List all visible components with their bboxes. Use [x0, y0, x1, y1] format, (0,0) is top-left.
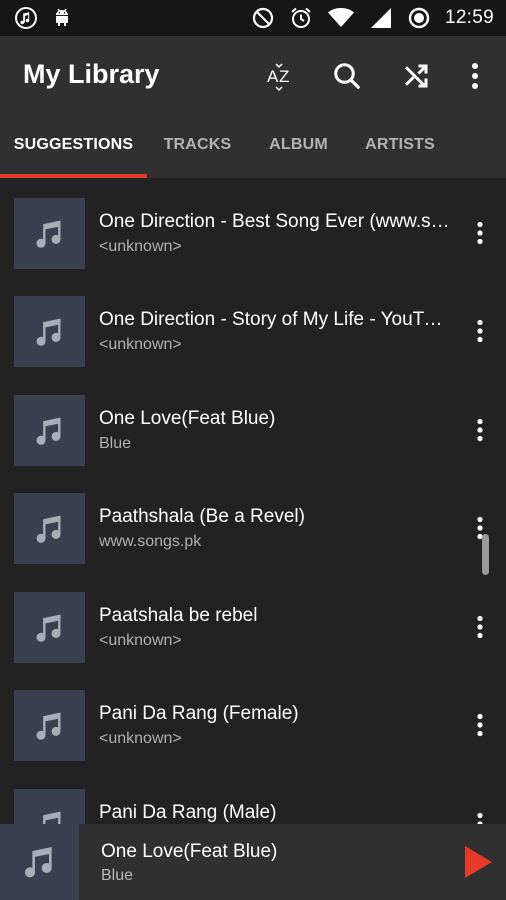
more-vert-icon	[472, 63, 478, 89]
track-artist: <unknown>	[99, 238, 182, 255]
track-title: Pani Da Rang (Female)	[99, 703, 299, 724]
overflow-menu-button[interactable]	[455, 56, 495, 96]
more-vert-icon	[477, 319, 483, 343]
more-vert-icon	[477, 713, 483, 737]
tab-bar: SUGGESTIONS TRACKS ALBUM ARTISTS	[0, 132, 506, 178]
list-item[interactable]: Pani Da Rang (Male)	[0, 769, 506, 824]
track-menu-button[interactable]	[468, 415, 492, 445]
list-item[interactable]: Paatshala be rebel <unknown>	[0, 572, 506, 670]
page-title: My Library	[23, 59, 160, 89]
tab-tracks[interactable]: TRACKS	[147, 132, 248, 178]
track-menu-button[interactable]	[468, 612, 492, 642]
tab-suggestions[interactable]: SUGGESTIONS	[0, 132, 147, 178]
wifi-icon	[327, 8, 354, 27]
track-title: One Direction - Best Song Ever (www.song…	[99, 211, 451, 232]
search-icon	[334, 63, 360, 89]
status-time: 12:59	[444, 7, 494, 28]
track-artist: <unknown>	[99, 336, 182, 353]
music-note-icon	[36, 515, 60, 543]
sort-button[interactable]: A Z	[261, 56, 301, 96]
more-vert-icon	[477, 812, 483, 824]
music-note-icon	[15, 7, 37, 29]
track-menu-button[interactable]	[468, 809, 492, 824]
album-art-placeholder	[14, 592, 85, 663]
track-menu-button[interactable]	[468, 316, 492, 346]
music-note-icon	[36, 220, 60, 248]
track-title: One Direction - Story of My Life - YouTu…	[99, 309, 451, 330]
more-vert-icon	[477, 418, 483, 442]
album-art-placeholder	[14, 198, 85, 269]
signal-icon	[370, 8, 391, 28]
app-screen: 12:59 My Library A Z SUGGESTIONS TRACKS …	[0, 0, 506, 900]
track-list: One Direction - Best Song Ever (www.song…	[0, 178, 506, 824]
list-item[interactable]: One Direction - Story of My Life - YouTu…	[0, 276, 506, 374]
music-note-icon	[36, 712, 60, 740]
track-menu-button[interactable]	[468, 710, 492, 740]
track-title: Paathshala (Be a Revel)	[99, 506, 305, 527]
android-icon	[56, 8, 68, 26]
more-vert-icon	[477, 615, 483, 639]
now-playing-album-art	[0, 824, 79, 900]
list-item[interactable]: One Direction - Best Song Ever (www.song…	[0, 178, 506, 276]
list-item[interactable]: Paathshala (Be a Revel) www.songs.pk	[0, 473, 506, 571]
track-artist: www.songs.pk	[99, 533, 202, 550]
album-art-placeholder	[14, 690, 85, 761]
app-bar: My Library A Z SUGGESTIONS TRACKS ALBUM …	[0, 36, 506, 178]
play-icon	[465, 846, 492, 878]
shuffle-button[interactable]	[396, 56, 436, 96]
music-note-icon	[42, 811, 60, 824]
list-item[interactable]: Pani Da Rang (Female) <unknown>	[0, 670, 506, 768]
track-artist: Blue	[99, 435, 132, 452]
track-title: Pani Da Rang (Male)	[99, 802, 277, 823]
now-playing-artist: Blue	[101, 867, 134, 884]
list-item[interactable]: One Love(Feat Blue) Blue	[0, 375, 506, 473]
album-art-placeholder	[14, 395, 85, 466]
search-button[interactable]	[327, 56, 367, 96]
sort-az-icon: A Z	[267, 63, 289, 92]
album-art-placeholder	[14, 493, 85, 564]
more-vert-icon	[477, 221, 483, 245]
track-artist: <unknown>	[99, 632, 182, 649]
album-art-placeholder	[14, 296, 85, 367]
tab-album[interactable]: ALBUM	[248, 132, 349, 178]
album-art-placeholder	[14, 789, 85, 824]
music-note-icon	[36, 417, 60, 445]
track-artist: <unknown>	[99, 730, 182, 747]
music-note-icon	[36, 318, 60, 346]
track-title: Paatshala be rebel	[99, 605, 258, 626]
svg-text:Z: Z	[279, 67, 289, 86]
music-note-icon	[36, 614, 60, 642]
status-bar: 12:59	[0, 0, 506, 36]
music-note-icon	[24, 847, 52, 878]
svg-text:A: A	[267, 67, 279, 86]
alarm-icon	[291, 7, 311, 28]
play-button[interactable]	[458, 842, 498, 882]
do-not-disturb-icon	[252, 7, 274, 29]
now-playing-title: One Love(Feat Blue)	[101, 841, 278, 862]
track-menu-button[interactable]	[468, 218, 492, 248]
tab-artists[interactable]: ARTISTS	[349, 132, 451, 178]
track-title: One Love(Feat Blue)	[99, 408, 276, 429]
now-playing-bar[interactable]: One Love(Feat Blue) Blue	[0, 824, 506, 900]
scrollbar-thumb[interactable]	[482, 534, 489, 575]
shuffle-icon	[404, 64, 428, 88]
battery-icon	[408, 7, 430, 29]
